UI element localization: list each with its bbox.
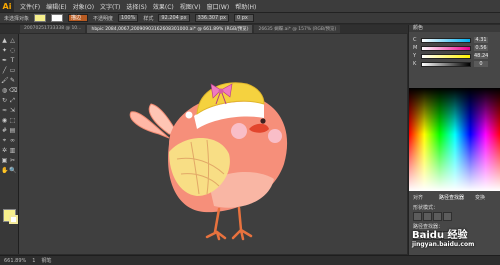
- baidu-watermark: Baidu 经验 jingyan.baidu.com: [410, 224, 500, 254]
- opacity-label: 不透明度: [93, 15, 114, 22]
- artboard-number[interactable]: 1: [32, 258, 35, 264]
- menu-bar: Ai 文件(F) 编辑(E) 对象(O) 文字(T) 选择(S) 效果(C) 视…: [0, 0, 500, 13]
- blob-brush-tool-icon[interactable]: ◍: [1, 87, 8, 94]
- hat-pompom: [185, 111, 193, 119]
- pen-tool-icon[interactable]: ✒: [1, 57, 8, 64]
- control-bar: 未选择对象 描边 不透明度 100% 样式 92.204 px 336.307 …: [0, 13, 500, 24]
- stroke-field[interactable]: 描边: [68, 14, 89, 22]
- menu-window[interactable]: 窗口(W): [207, 2, 230, 11]
- exclude-button[interactable]: [443, 212, 452, 221]
- slider-c[interactable]: C 4.31: [409, 36, 500, 44]
- menu-file[interactable]: 文件(F): [20, 2, 40, 11]
- rectangle-tool-icon[interactable]: ▭: [9, 67, 16, 74]
- w-input[interactable]: 0 px: [233, 14, 254, 22]
- gradient-tool-icon[interactable]: ▤: [9, 127, 16, 134]
- slider-y[interactable]: Y 48.24: [409, 52, 500, 60]
- artboard-canvas[interactable]: [19, 34, 407, 254]
- direct-selection-tool-icon[interactable]: △: [9, 37, 16, 44]
- tab-doc-1[interactable]: 20070251733338 @ 10...: [20, 25, 86, 33]
- color-panel-tab[interactable]: 颜色: [409, 25, 500, 32]
- menu-list: 文件(F) 编辑(E) 对象(O) 文字(T) 选择(S) 效果(C) 视图(V…: [20, 2, 256, 11]
- selection-tool-icon[interactable]: ▲: [1, 37, 8, 44]
- line-tool-icon[interactable]: ╱: [1, 67, 8, 74]
- type-tool-icon[interactable]: T: [9, 57, 16, 64]
- unite-button[interactable]: [413, 212, 422, 221]
- menu-select[interactable]: 选择(S): [126, 2, 147, 11]
- cheek-right: [268, 129, 282, 143]
- eraser-tool-icon[interactable]: ⌫: [9, 87, 17, 94]
- slider-k[interactable]: K 0: [409, 60, 500, 68]
- zoom-level[interactable]: 661.89%: [4, 258, 26, 264]
- tools-panel: ▲ △ ✦ ◌ ✒ T ╱ ▭ 🖌 ✎ ◍ ⌫ ↻ ⤢ ≈ ⇲ ◉ ⬚ # ▤ ⌖ ∞ ✲ ▥ ▣ ✂ ✋ 🔍: [0, 34, 19, 254]
- tab-doc-active[interactable]: hbpic 2084,0067,20090903162608301000.ai*…: [87, 25, 253, 33]
- document-tabs: 20070251733338 @ 10... hbpic 2084,0067,2…: [0, 25, 410, 33]
- lasso-tool-icon[interactable]: ◌: [9, 47, 16, 54]
- hand-tool-icon[interactable]: ✋: [1, 167, 8, 174]
- symbol-sprayer-tool-icon[interactable]: ✲: [1, 147, 8, 154]
- width-tool-icon[interactable]: ≈: [1, 107, 8, 114]
- bird-artwork[interactable]: [19, 34, 407, 254]
- shape-modes-label: 形状模式：: [413, 205, 439, 211]
- tab-align[interactable]: 对齐: [413, 194, 423, 201]
- menu-edit[interactable]: 编辑(E): [46, 2, 66, 11]
- bird-eye: [260, 118, 266, 124]
- menu-object[interactable]: 对象(O): [73, 2, 94, 11]
- stroke-color-swatch[interactable]: [9, 215, 18, 224]
- magic-wand-tool-icon[interactable]: ✦: [1, 47, 8, 54]
- perspective-tool-icon[interactable]: ⬚: [9, 117, 16, 124]
- fill-swatch-control[interactable]: [34, 14, 47, 22]
- intersect-button[interactable]: [433, 212, 442, 221]
- slider-m[interactable]: M 0.56: [409, 44, 500, 52]
- minus-front-button[interactable]: [423, 212, 432, 221]
- slice-tool-icon[interactable]: ✂: [9, 157, 16, 164]
- pencil-tool-icon[interactable]: ✎: [9, 77, 16, 84]
- y-input[interactable]: 336.307 px: [194, 14, 229, 22]
- mesh-tool-icon[interactable]: #: [1, 127, 8, 134]
- illustrator-logo: Ai: [0, 0, 14, 12]
- style-label: 样式: [143, 15, 154, 22]
- watermark-brand: Baidu 经验: [412, 230, 468, 241]
- menu-view[interactable]: 视图(V): [180, 2, 201, 11]
- graph-tool-icon[interactable]: ▥: [9, 147, 16, 154]
- menu-effect[interactable]: 效果(C): [153, 2, 174, 11]
- x-input[interactable]: 92.204 px: [158, 14, 190, 22]
- zoom-tool-icon[interactable]: 🔍: [9, 167, 16, 174]
- blend-tool-icon[interactable]: ∞: [9, 137, 16, 144]
- selection-status: 未选择对象: [4, 15, 30, 22]
- tab-transform[interactable]: 变换: [475, 194, 485, 201]
- rotate-tool-icon[interactable]: ↻: [1, 97, 8, 104]
- shape-builder-tool-icon[interactable]: ◉: [1, 117, 8, 124]
- bird-left-leg: [205, 207, 227, 241]
- color-panel: 颜色 C 4.31 M 0.56 Y 48.24 K 0 对齐 路径查找器 变换…: [408, 25, 500, 255]
- bird-right-leg: [231, 206, 253, 241]
- color-spectrum[interactable]: [409, 88, 500, 191]
- stroke-swatch-control[interactable]: [51, 14, 64, 22]
- cheek-left: [231, 123, 247, 139]
- free-transform-tool-icon[interactable]: ⇲: [9, 107, 16, 114]
- status-bar: 661.89% 1 钢笔: [0, 255, 500, 265]
- opacity-input[interactable]: 100%: [118, 14, 139, 22]
- current-tool-name: 钢笔: [41, 258, 52, 264]
- bow-knot: [218, 88, 224, 94]
- tab-pathfinder[interactable]: 路径查找器: [439, 194, 464, 201]
- artboard-tool-icon[interactable]: ▣: [1, 157, 8, 164]
- paintbrush-tool-icon[interactable]: 🖌: [1, 77, 9, 84]
- menu-help[interactable]: 帮助(H): [235, 2, 256, 11]
- watermark-url: jingyan.baidu.com: [412, 241, 475, 248]
- menu-type[interactable]: 文字(T): [100, 2, 120, 11]
- eyedropper-tool-icon[interactable]: ⌖: [1, 137, 8, 144]
- scale-tool-icon[interactable]: ⤢: [9, 97, 16, 104]
- tab-doc-3[interactable]: 26635 蝴蝶.ai* @ 157% (RGB/预览): [254, 25, 341, 33]
